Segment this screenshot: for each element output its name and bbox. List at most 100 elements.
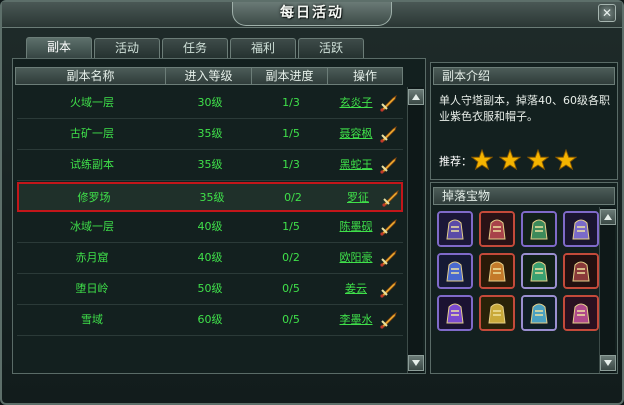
- rating-label: 推荐：: [439, 155, 472, 168]
- table-scrollbar[interactable]: [407, 87, 424, 373]
- dungeon-name: 雪域: [81, 313, 103, 326]
- drops-title: 掉落宝物: [433, 187, 615, 205]
- tab-welfare[interactable]: 福利: [230, 38, 296, 58]
- daily-activity-window: 每日活动 ✕ 副本 活动 任务 福利 活跃 副本名称 进入等级 副本进度 操作 …: [0, 0, 624, 405]
- dungeon-progress: 1/3: [282, 96, 300, 109]
- boss-link[interactable]: 聂容枫: [329, 120, 383, 148]
- sword-icon[interactable]: [379, 94, 399, 112]
- drops-scroll-down-button[interactable]: [600, 355, 616, 371]
- drops-panel: 掉落宝物: [430, 182, 618, 374]
- tab-quest[interactable]: 任务: [162, 38, 228, 58]
- table-row[interactable]: 火域一层 30级 1/3 玄炎子: [17, 89, 403, 119]
- boss-link[interactable]: 黑蛇王: [329, 151, 383, 179]
- header-progress: 副本进度: [252, 68, 328, 84]
- entry-level: 40级: [197, 220, 223, 233]
- dungeon-name: 火域一层: [70, 96, 114, 109]
- drop-item-slot[interactable]: [563, 253, 599, 289]
- dungeon-intro-panel: 副本介绍 单人守塔副本，掉落40、60级各职业紫色衣服和帽子。 推荐：: [430, 62, 618, 180]
- scroll-down-button[interactable]: [408, 355, 424, 371]
- boss-link[interactable]: 玄炎子: [329, 89, 383, 117]
- table-row[interactable]: 雪域 60级 0/5 李墨水: [17, 306, 403, 336]
- entry-level: 35级: [197, 127, 223, 140]
- sword-icon[interactable]: [379, 156, 399, 174]
- title-plate: 每日活动: [232, 2, 392, 26]
- dungeon-progress: 0/2: [284, 191, 302, 204]
- title-bar[interactable]: 每日活动 ✕: [2, 2, 622, 28]
- sword-icon[interactable]: [379, 125, 399, 143]
- arrow-down-icon: [604, 360, 612, 366]
- equipment-icon: [565, 213, 597, 245]
- tab-active[interactable]: 活跃: [298, 38, 364, 58]
- equipment-icon: [523, 297, 555, 329]
- drop-item-slot[interactable]: [563, 211, 599, 247]
- close-button[interactable]: ✕: [598, 4, 616, 22]
- boss-link[interactable]: 李墨水: [329, 306, 383, 334]
- boss-link[interactable]: 陈墨砚: [329, 213, 383, 241]
- drop-item-slot[interactable]: [437, 295, 473, 331]
- equipment-icon: [481, 213, 513, 245]
- dungeon-progress: 1/3: [282, 158, 300, 171]
- header-name: 副本名称: [16, 68, 166, 84]
- sword-icon[interactable]: [381, 189, 401, 207]
- sword-icon[interactable]: [379, 218, 399, 236]
- drop-item-slot[interactable]: [563, 295, 599, 331]
- tab-dungeon[interactable]: 副本: [26, 37, 92, 59]
- equipment-icon: [481, 255, 513, 287]
- drop-item-slot[interactable]: [437, 211, 473, 247]
- header-action: 操作: [352, 69, 377, 83]
- dungeon-progress: 0/5: [282, 282, 300, 295]
- scroll-up-button[interactable]: [408, 89, 424, 105]
- dungeon-progress: 1/5: [282, 220, 300, 233]
- dungeon-name: 修罗场: [77, 191, 111, 204]
- entry-level: 35级: [199, 191, 225, 204]
- arrow-up-icon: [412, 94, 420, 100]
- intro-title: 副本介绍: [433, 67, 615, 85]
- equipment-icon: [439, 213, 471, 245]
- star-icon: [555, 149, 577, 171]
- drop-item-slot[interactable]: [479, 253, 515, 289]
- boss-link[interactable]: 姜云: [329, 275, 383, 303]
- equipment-icon: [523, 255, 555, 287]
- boss-link[interactable]: 欧阳豪: [329, 244, 383, 272]
- header-level: 进入等级: [166, 68, 252, 84]
- sword-icon[interactable]: [379, 311, 399, 329]
- table-row[interactable]: 堕日岭 50级 0/5 姜云: [17, 275, 403, 305]
- star-icon: [499, 149, 521, 171]
- dungeon-table-panel: 副本名称 进入等级 副本进度 操作 火域一层 30级 1/3 玄炎子古矿一层 35级 1/…: [12, 58, 426, 374]
- dungeon-name: 古矿一层: [70, 127, 114, 140]
- boss-link[interactable]: 罗征: [331, 184, 385, 212]
- table-row[interactable]: 试练副本 35级 1/3 黑蛇王: [17, 151, 403, 181]
- dungeon-progress: 1/5: [282, 127, 300, 140]
- drops-scrollbar[interactable]: [599, 207, 616, 373]
- equipment-icon: [439, 297, 471, 329]
- table-row[interactable]: 修罗场 35级 0/2 罗征: [17, 182, 403, 212]
- dungeon-name: 堕日岭: [75, 282, 109, 295]
- drop-item-slot[interactable]: [521, 295, 557, 331]
- intro-description: 单人守塔副本，掉落40、60级各职业紫色衣服和帽子。: [439, 94, 610, 123]
- dungeon-progress: 0/5: [282, 313, 300, 326]
- dungeon-progress: 0/2: [282, 251, 300, 264]
- drop-item-slot[interactable]: [479, 211, 515, 247]
- drop-item-slot[interactable]: [437, 253, 473, 289]
- equipment-icon: [439, 255, 471, 287]
- entry-level: 40级: [197, 251, 223, 264]
- sword-icon[interactable]: [379, 249, 399, 267]
- star-icon: [527, 149, 549, 171]
- sword-icon[interactable]: [379, 280, 399, 298]
- table-row[interactable]: 古矿一层 35级 1/5 聂容枫: [17, 120, 403, 150]
- equipment-icon: [481, 297, 513, 329]
- drop-item-slot[interactable]: [521, 253, 557, 289]
- star-icon: [471, 149, 493, 171]
- equipment-icon: [565, 255, 597, 287]
- drops-scroll-up-button[interactable]: [600, 209, 616, 225]
- dungeon-name: 冰域一层: [70, 220, 114, 233]
- dungeon-name: 试练副本: [70, 158, 114, 171]
- table-row[interactable]: 赤月窟 40级 0/2 欧阳豪: [17, 244, 403, 274]
- entry-level: 30级: [197, 96, 223, 109]
- entry-level: 50级: [197, 282, 223, 295]
- table-row[interactable]: 冰域一层 40级 1/5 陈墨砚: [17, 213, 403, 243]
- drop-item-slot[interactable]: [521, 211, 557, 247]
- drop-item-slot[interactable]: [479, 295, 515, 331]
- entry-level: 35级: [197, 158, 223, 171]
- tab-activity[interactable]: 活动: [94, 38, 160, 58]
